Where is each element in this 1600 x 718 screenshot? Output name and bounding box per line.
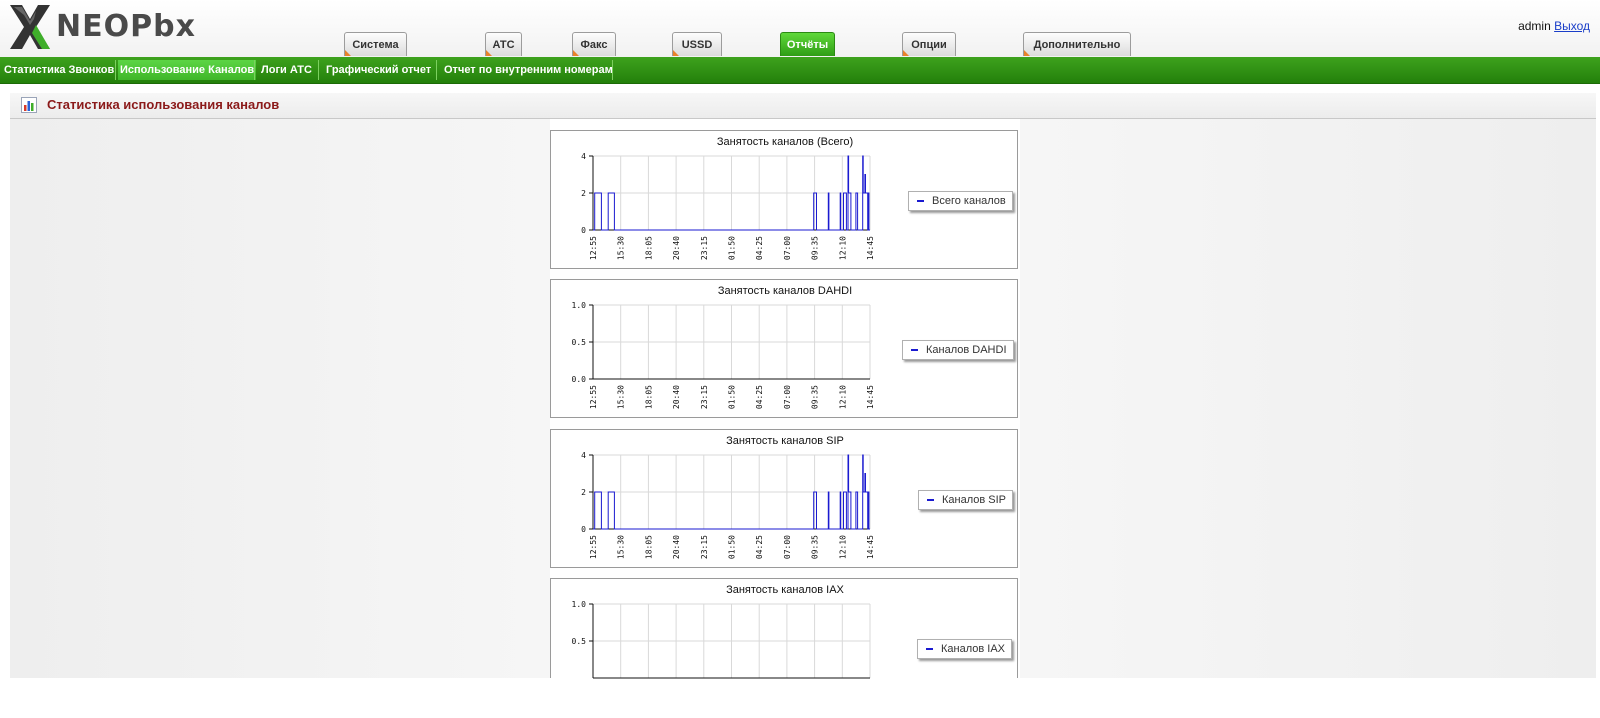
neopbx-logo[interactable]: NEOPbx	[6, 3, 206, 51]
x-tick-label: 04:25	[755, 535, 764, 559]
chart-svg: Занятость каналов IAX 0.5 1.0	[572, 584, 871, 679]
x-tick-label: 07:00	[783, 535, 792, 559]
y-tick-label: 0	[581, 226, 586, 235]
x-tick-label: 09:35	[811, 236, 820, 260]
graph-sip-channels: Каналов SIP Занятость каналов SIP 0 2 4 12:5…	[550, 429, 1018, 568]
x-tick-label: 14:45	[866, 236, 875, 260]
x-tick-label: 12:55	[589, 236, 598, 260]
logo-text: NEOPbx	[56, 9, 196, 44]
x-tick-label: 01:50	[728, 236, 737, 260]
x-tick-label: 04:25	[755, 385, 764, 409]
subnav-divider	[254, 60, 255, 80]
chart-svg: Занятость каналов SIP 0 2 4 12:55 15:30 18:05 2…	[581, 435, 875, 559]
x-tick-label: 18:05	[644, 385, 653, 409]
chart-title: Занятость каналов DAHDI	[718, 285, 852, 297]
chart-svg: Занятость каналов DAHDI 0.0 0.5 1.0 12:55 15:…	[572, 285, 875, 409]
y-tick-label: 1.0	[572, 600, 587, 609]
tab-fax[interactable]: Факс	[572, 32, 616, 56]
x-tick-label: 12:10	[838, 385, 847, 409]
x-tick-label: 01:50	[728, 535, 737, 559]
logout-link[interactable]: Выход	[1554, 19, 1590, 33]
x-tick-label: 15:30	[617, 385, 626, 409]
subnav-pbx-logs[interactable]: Логи АТС	[261, 57, 312, 83]
chart-svg: Занятость каналов (Всего) 0 2 4 12:55 15:30 18…	[581, 136, 875, 260]
tab-options[interactable]: Опции	[902, 32, 956, 56]
x-tick-label: 12:10	[838, 535, 847, 559]
subnav-divider	[115, 60, 116, 80]
tab-system[interactable]: Система	[344, 32, 407, 56]
x-tick-label: 18:05	[644, 535, 653, 559]
page-title: Статистика использования каналов	[47, 97, 280, 112]
chart-title: Занятость каналов SIP	[726, 435, 844, 447]
x-tick-label: 09:35	[811, 385, 820, 409]
x-tick-label: 15:30	[617, 236, 626, 260]
x-tick-label: 20:40	[672, 385, 681, 409]
chart-title: Занятость каналов (Всего)	[717, 136, 853, 148]
x-tick-label: 12:55	[589, 385, 598, 409]
subnav-divider	[612, 60, 613, 80]
chart-title: Занятость каналов IAX	[726, 584, 844, 596]
x-tick-label: 09:35	[811, 535, 820, 559]
x-tick-label: 18:05	[644, 236, 653, 260]
tab-reports[interactable]: Отчёты	[780, 32, 835, 56]
x-tick-label: 12:10	[838, 236, 847, 260]
x-tick-label: 23:15	[700, 236, 709, 260]
user-area: admin Выход	[1518, 19, 1590, 33]
x-tick-label: 20:40	[672, 535, 681, 559]
x-tick-label: 14:45	[866, 385, 875, 409]
y-tick-label: 2	[581, 488, 586, 497]
x-tick-label: 04:25	[755, 236, 764, 260]
graph-total-channels: Всего каналов Занятость каналов (Всего) 0…	[550, 130, 1018, 269]
y-tick-label: 4	[581, 451, 586, 460]
x-tick-label: 23:15	[700, 535, 709, 559]
y-tick-label: 0	[581, 525, 586, 534]
subnav-graphic-report[interactable]: Графический отчет	[326, 57, 431, 83]
tab-ussd[interactable]: USSD	[672, 32, 722, 56]
subnav-extensions-report[interactable]: Отчет по внутренним номерам	[444, 57, 613, 83]
subnav-divider	[436, 60, 437, 80]
bar-chart-icon	[21, 97, 37, 113]
x-tick-label: 23:15	[700, 385, 709, 409]
tab-ats[interactable]: АТС	[485, 32, 522, 56]
tab-additional[interactable]: Дополнительно	[1023, 32, 1131, 56]
x-tick-label: 01:50	[728, 385, 737, 409]
y-tick-label: 0.5	[572, 338, 587, 347]
subnav-call-stats[interactable]: Статистика Звонков	[4, 57, 114, 83]
subnav-channel-usage[interactable]: Использование Каналов	[118, 60, 256, 80]
y-tick-label: 2	[581, 189, 586, 198]
subnav-divider	[318, 60, 319, 80]
page-title-bar: Статистика использования каналов	[10, 93, 1596, 119]
username-label: admin	[1518, 19, 1551, 33]
x-tick-label: 15:30	[617, 535, 626, 559]
y-tick-label: 0.5	[572, 637, 587, 646]
x-tick-label: 07:00	[783, 236, 792, 260]
x-logo-icon	[10, 5, 50, 49]
x-tick-label: 07:00	[783, 385, 792, 409]
graph-dahdi-channels: Каналов DAHDI Занятость каналов DAHDI 0.0…	[550, 279, 1018, 418]
graph-iax-channels: Каналов IAX Занятость каналов IAX 0.5 1.0	[550, 578, 1018, 679]
x-tick-label: 20:40	[672, 236, 681, 260]
y-tick-label: 0.0	[572, 375, 587, 384]
sub-navigation: Статистика Звонков Использование Каналов…	[0, 57, 1600, 84]
x-tick-label: 14:45	[866, 535, 875, 559]
y-tick-label: 1.0	[572, 301, 587, 310]
x-tick-label: 12:55	[589, 535, 598, 559]
header-bar: NEOPbx admin Выход Система АТС Факс USSD…	[0, 0, 1600, 57]
y-tick-label: 4	[581, 152, 586, 161]
